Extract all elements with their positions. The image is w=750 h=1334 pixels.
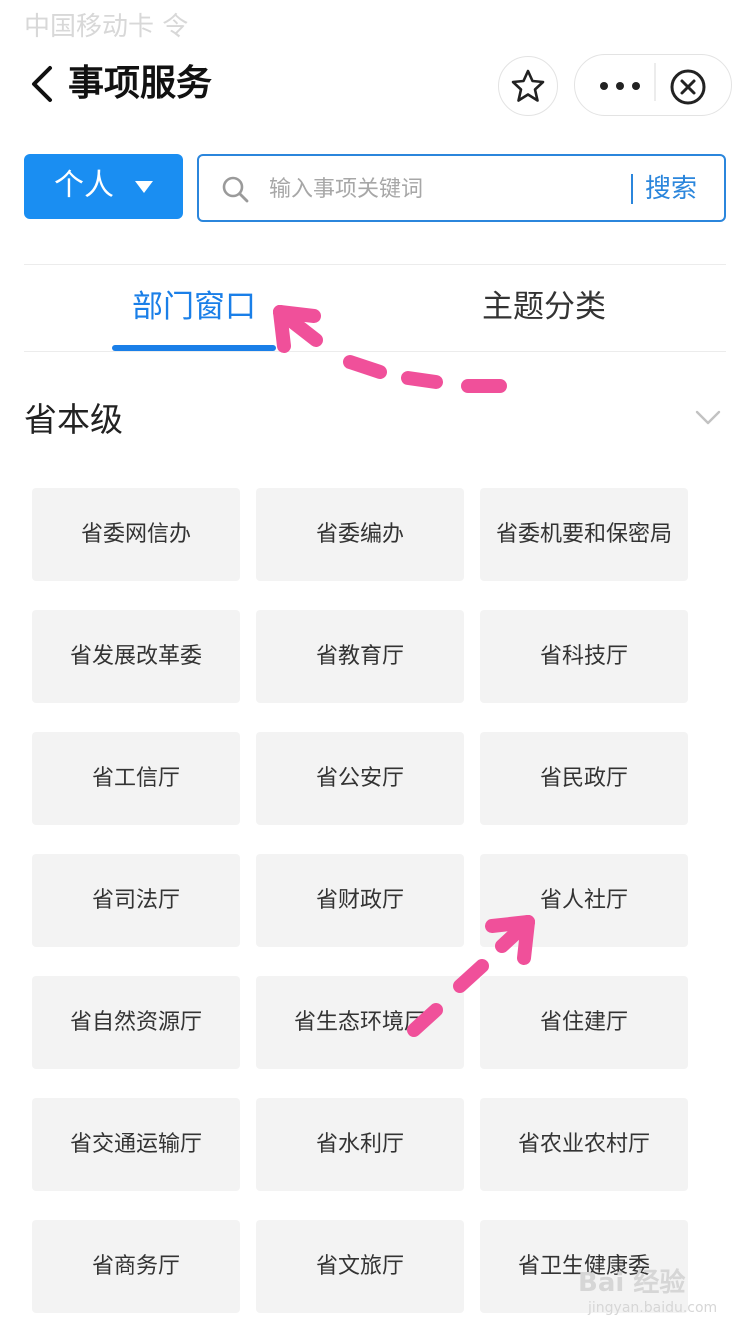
department-item[interactable]: 省委机要和保密局	[480, 488, 688, 581]
nav-bar: 事项服务	[0, 44, 750, 132]
chevron-left-icon[interactable]	[24, 64, 64, 104]
department-item[interactable]: 省工信厅	[32, 732, 240, 825]
department-item[interactable]: 省公安厅	[256, 732, 464, 825]
search-separator	[631, 174, 633, 204]
close-circle-icon[interactable]	[669, 68, 707, 106]
department-item[interactable]: 省委网信办	[32, 488, 240, 581]
type-select[interactable]: 个人	[24, 154, 183, 219]
search-row: 个人 搜索	[24, 154, 726, 222]
department-item[interactable]: 省科技厅	[480, 610, 688, 703]
department-item[interactable]: 省司法厅	[32, 854, 240, 947]
tab-department-window[interactable]: 部门窗口	[132, 283, 256, 331]
watermark-url: jingyan.baidu.com	[588, 1300, 718, 1316]
page-title: 事项服务	[68, 63, 213, 104]
status-bar: 中国移动卡 令	[0, 0, 750, 44]
department-item[interactable]: 省人社厅	[480, 854, 688, 947]
department-item[interactable]: 省发展改革委	[32, 610, 240, 703]
mini-program-capsule	[574, 54, 732, 116]
search-icon	[222, 176, 249, 203]
department-item[interactable]: 省交通运输厅	[32, 1098, 240, 1191]
department-item[interactable]: 省农业农村厅	[480, 1098, 688, 1191]
type-select-label: 个人	[54, 168, 114, 203]
department-item[interactable]: 省委编办	[256, 488, 464, 581]
department-item[interactable]: 省财政厅	[256, 854, 464, 947]
tab-topic-category[interactable]: 主题分类	[482, 283, 606, 331]
department-item[interactable]: 省自然资源厅	[32, 976, 240, 1069]
department-item[interactable]: 省住建厅	[480, 976, 688, 1069]
caret-down-icon	[135, 181, 153, 193]
section-title: 省本级	[24, 400, 123, 439]
more-dots-icon[interactable]	[595, 71, 655, 101]
department-item[interactable]: 省水利厅	[256, 1098, 464, 1191]
search-button[interactable]: 搜索	[645, 170, 697, 208]
tab-bar: 部门窗口 主题分类	[24, 264, 726, 352]
department-item[interactable]: 省教育厅	[256, 610, 464, 703]
carrier-text: 中国移动卡 令	[24, 12, 189, 42]
department-item[interactable]: 省商务厅	[32, 1220, 240, 1313]
department-item[interactable]: 省文旅厅	[256, 1220, 464, 1313]
watermark-logo: Bai 经验	[578, 1268, 686, 1298]
chevron-down-icon[interactable]	[694, 408, 722, 428]
department-item[interactable]: 省生态环境厅	[256, 976, 464, 1069]
star-icon	[511, 69, 545, 102]
active-tab-indicator	[112, 345, 276, 351]
department-item[interactable]: 省民政厅	[480, 732, 688, 825]
capsule-divider	[654, 63, 656, 101]
search-input[interactable]	[269, 170, 609, 208]
favorite-button[interactable]	[498, 56, 558, 116]
search-box: 搜索	[197, 154, 726, 222]
